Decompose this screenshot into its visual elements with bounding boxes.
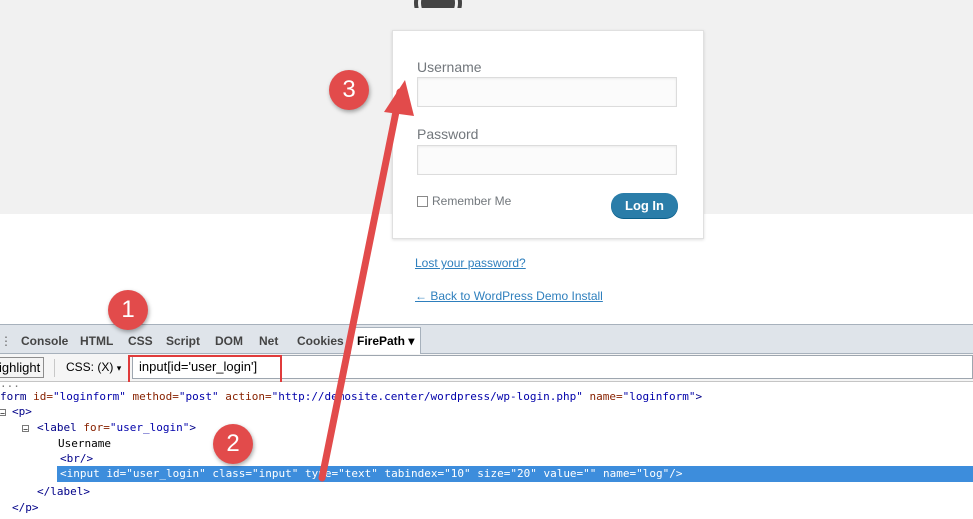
- annotation-badge-2: 2: [213, 424, 253, 464]
- annotation-badge-1: 1: [108, 290, 148, 330]
- annotation-arrow: [318, 80, 414, 482]
- annotation-badge-3: 3: [329, 70, 369, 110]
